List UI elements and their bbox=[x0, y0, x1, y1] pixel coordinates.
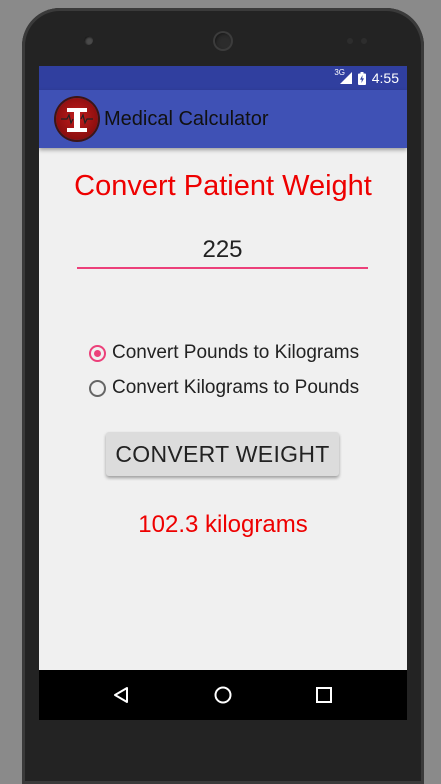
recents-icon bbox=[316, 687, 332, 703]
front-camera-icon bbox=[213, 31, 233, 51]
back-button[interactable] bbox=[91, 670, 151, 720]
convert-weight-button[interactable]: CONVERT WEIGHT bbox=[106, 432, 339, 476]
home-icon bbox=[214, 686, 232, 704]
home-button[interactable] bbox=[193, 670, 253, 720]
option-label: Convert Kilograms to Pounds bbox=[112, 377, 360, 398]
radio-unselected-icon[interactable] bbox=[89, 379, 106, 397]
option-label: Convert Pounds to Kilograms bbox=[112, 342, 360, 363]
signal-icon bbox=[339, 72, 352, 84]
recents-button[interactable] bbox=[294, 670, 354, 720]
app-bar: Medical Calculator bbox=[39, 90, 407, 148]
weight-input[interactable] bbox=[77, 233, 368, 269]
navigation-bar bbox=[39, 670, 407, 720]
battery-icon bbox=[357, 71, 366, 85]
app-title: Medical Calculator bbox=[104, 108, 269, 130]
status-bar: 3G 4:55 bbox=[39, 66, 407, 90]
back-icon bbox=[114, 687, 128, 703]
page-heading: Convert Patient Weight bbox=[74, 170, 372, 202]
result-text: 102.3 kilograms bbox=[138, 511, 308, 538]
light-sensor-icon bbox=[361, 38, 367, 44]
option-kilograms-to-pounds[interactable]: Convert Kilograms to Pounds bbox=[89, 373, 359, 403]
status-time: 4:55 bbox=[371, 70, 399, 86]
option-pounds-to-kilograms[interactable]: Convert Pounds to Kilograms bbox=[89, 338, 359, 368]
front-sensor-icon bbox=[84, 36, 93, 45]
radio-selected-icon[interactable] bbox=[89, 344, 106, 362]
medical-logo-icon bbox=[56, 98, 98, 140]
app-screen: 3G 4:55 Medical Calculator Convert Patie… bbox=[39, 66, 407, 720]
proximity-sensor-icon bbox=[347, 38, 353, 44]
